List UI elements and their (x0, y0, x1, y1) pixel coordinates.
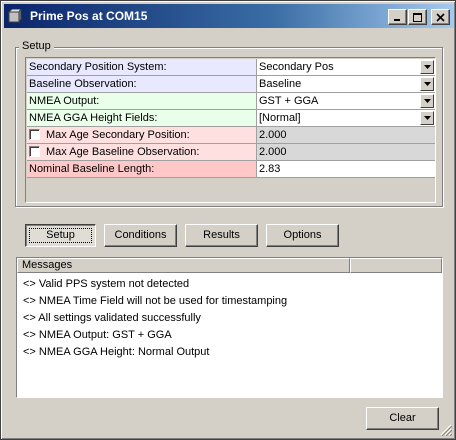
max-age-secondary-position-label: Max Age Secondary Position: (27, 127, 257, 144)
dropdown-arrow-button[interactable] (420, 94, 434, 108)
max-age-baseline-observation-value: 2.000 (257, 144, 435, 161)
title-bar[interactable]: Prime Pos at COM15 (4, 4, 454, 28)
tab-results[interactable]: Results (185, 224, 258, 247)
tab-options[interactable]: Options (266, 224, 339, 247)
row-max-age-baseline-observation: Max Age Baseline Observation: 2.000 (27, 144, 435, 161)
row-secondary-position-system: Secondary Position System: Secondary Pos (27, 59, 435, 76)
minimize-button[interactable] (388, 9, 407, 25)
chevron-down-icon (423, 99, 431, 103)
dropdown-arrow-button[interactable] (420, 77, 434, 91)
row-label: Secondary Position System: (27, 59, 257, 76)
close-button[interactable] (431, 9, 450, 25)
messages-header: Messages (17, 258, 442, 273)
row-baseline-observation: Baseline Observation: Baseline (27, 76, 435, 93)
chevron-down-icon (423, 65, 431, 69)
max-age-baseline-observation-checkbox[interactable] (29, 146, 40, 157)
dropdown-arrow-button[interactable] (420, 60, 434, 74)
nmea-output-dropdown[interactable]: GST + GGA (257, 93, 435, 110)
resize-grip-icon[interactable] (440, 424, 452, 436)
messages-list[interactable]: Messages <> Valid PPS system not detecte… (16, 257, 443, 398)
dropdown-value: Secondary Pos (259, 61, 334, 73)
dropdown-value: GST + GGA (259, 95, 319, 107)
secondary-position-system-dropdown[interactable]: Secondary Pos (257, 59, 435, 76)
close-icon (436, 12, 445, 22)
setup-property-grid: Secondary Position System: Secondary Pos… (25, 57, 436, 203)
row-label-text: Max Age Secondary Position: (46, 129, 190, 141)
max-age-secondary-position-value: 2.000 (257, 127, 435, 144)
window-title: Prime Pos at COM15 (30, 9, 148, 23)
max-age-baseline-observation-label: Max Age Baseline Observation: (27, 144, 257, 161)
messages-column-header[interactable]: Messages (17, 258, 350, 273)
max-age-secondary-position-checkbox[interactable] (29, 129, 40, 140)
row-label: Nominal Baseline Length: (27, 161, 257, 178)
list-item[interactable]: <> Valid PPS system not detected (23, 276, 189, 292)
instrument-icon (8, 9, 22, 23)
row-label: NMEA GGA Height Fields: (27, 110, 257, 127)
dropdown-value: [Normal] (259, 112, 301, 124)
list-item[interactable]: <> NMEA Output: GST + GGA (23, 327, 172, 343)
nominal-baseline-length-input[interactable]: 2.83 (257, 161, 435, 178)
baseline-observation-dropdown[interactable]: Baseline (257, 76, 435, 93)
tab-conditions[interactable]: Conditions (104, 224, 177, 247)
prime-pos-window: Prime Pos at COM15 Setup Secondary Posit… (0, 0, 456, 440)
row-nmea-gga-height-fields: NMEA GGA Height Fields: [Normal] (27, 110, 435, 127)
chevron-down-icon (423, 116, 431, 120)
row-max-age-secondary-position: Max Age Secondary Position: 2.000 (27, 127, 435, 144)
nmea-gga-height-fields-dropdown[interactable]: [Normal] (257, 110, 435, 127)
maximize-button[interactable] (408, 9, 427, 25)
clear-button[interactable]: Clear (366, 407, 439, 430)
list-item[interactable]: <> NMEA GGA Height: Normal Output (23, 344, 209, 360)
row-label: NMEA Output: (27, 93, 257, 110)
messages-empty-column-header[interactable] (350, 258, 442, 273)
list-item[interactable]: <> NMEA Time Field will not be used for … (23, 293, 287, 309)
tab-setup[interactable]: Setup (25, 224, 96, 247)
row-nmea-output: NMEA Output: GST + GGA (27, 93, 435, 110)
dropdown-value: Baseline (259, 78, 302, 90)
setup-group-label: Setup (19, 40, 54, 52)
list-item[interactable]: <> All settings validated successfully (23, 310, 201, 326)
row-label: Baseline Observation: (27, 76, 257, 93)
chevron-down-icon (423, 82, 431, 86)
dropdown-arrow-button[interactable] (420, 111, 434, 125)
row-label-text: Max Age Baseline Observation: (46, 146, 200, 158)
minimize-icon (394, 18, 400, 21)
row-nominal-baseline-length: Nominal Baseline Length: 2.83 (27, 161, 435, 178)
maximize-icon (413, 12, 422, 22)
